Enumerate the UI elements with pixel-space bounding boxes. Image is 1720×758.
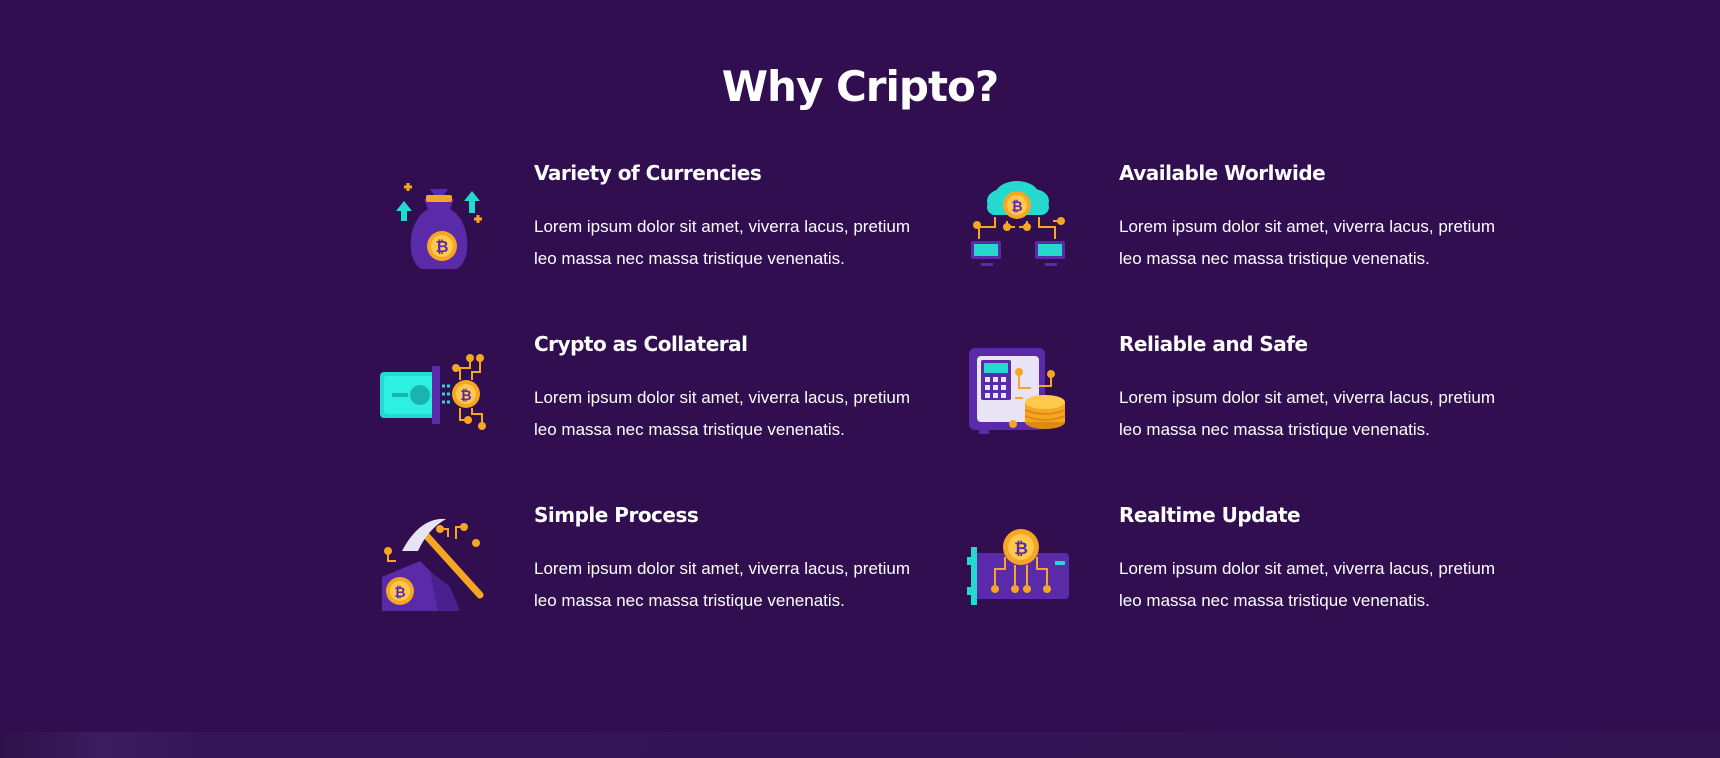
svg-text:₿: ₿ bbox=[1014, 539, 1028, 559]
feature-title: Reliable and Safe bbox=[1119, 332, 1308, 356]
feature-title: Crypto as Collateral bbox=[534, 332, 748, 356]
bitcoin-circuit-card-icon: ₿ bbox=[965, 507, 1085, 617]
next-section-edge bbox=[0, 732, 1720, 758]
banknote-to-bitcoin-icon: ₿ bbox=[380, 336, 500, 446]
svg-text:₿: ₿ bbox=[460, 388, 471, 404]
feature-description: Lorem ipsum dolor sit amet, viverra lacu… bbox=[1119, 388, 1496, 439]
safe-with-coins-icon bbox=[965, 336, 1085, 446]
cloud-network-icon: ₿ bbox=[965, 165, 1085, 275]
feature-title: Simple Process bbox=[534, 503, 699, 527]
feature-title: Realtime Update bbox=[1119, 503, 1301, 527]
feature-card: ₿ Crypto as Collateral Lorem ipsum dolor… bbox=[380, 326, 940, 456]
feature-card: Reliable and Safe Lorem ipsum dolor sit … bbox=[965, 326, 1525, 456]
svg-text:₿: ₿ bbox=[435, 237, 448, 256]
feature-card: ₿ Realtime Update Lorem ipsum dolor sit … bbox=[965, 497, 1525, 627]
feature-card: ₿ Available Worlwide Lorem ipsum dolor s… bbox=[965, 155, 1525, 285]
feature-card: ₿ Simple Process Lorem ipsum dolor sit a… bbox=[380, 497, 940, 627]
svg-text:₿: ₿ bbox=[1011, 199, 1022, 215]
section-title: Why Cripto? bbox=[721, 62, 1000, 111]
feature-description: Lorem ipsum dolor sit amet, viverra lacu… bbox=[534, 559, 911, 610]
mining-pickaxe-icon: ₿ bbox=[380, 507, 500, 617]
feature-title: Available Worlwide bbox=[1119, 161, 1326, 185]
feature-description: Lorem ipsum dolor sit amet, viverra lacu… bbox=[1119, 217, 1496, 268]
why-cripto-section: Why Cripto? ₿ Variety of Currencies Lore… bbox=[0, 0, 1720, 732]
feature-card: ₿ Variety of Currencies Lorem ipsum dolo… bbox=[380, 155, 940, 285]
feature-title: Variety of Currencies bbox=[534, 161, 762, 185]
feature-description: Lorem ipsum dolor sit amet, viverra lacu… bbox=[534, 388, 911, 439]
bitcoin-money-bag-icon: ₿ bbox=[380, 165, 500, 275]
feature-description: Lorem ipsum dolor sit amet, viverra lacu… bbox=[1119, 559, 1496, 610]
feature-description: Lorem ipsum dolor sit amet, viverra lacu… bbox=[534, 217, 911, 268]
svg-text:₿: ₿ bbox=[394, 585, 405, 601]
